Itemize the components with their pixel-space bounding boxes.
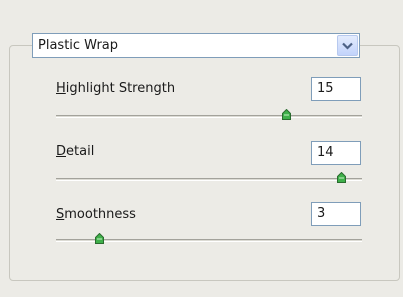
slider-thumb-icon[interactable] <box>94 233 104 244</box>
slider-thumb-icon[interactable] <box>281 109 291 120</box>
param-label-mnemonic: H <box>56 81 66 96</box>
param-label: Smoothness <box>56 207 136 222</box>
highlight-strength-slider[interactable] <box>56 109 362 120</box>
param-smoothness: Smoothness 3 <box>0 0 403 244</box>
param-label: Highlight Strength <box>56 81 175 96</box>
detail-input[interactable]: 14 <box>311 141 361 165</box>
param-label-text: etail <box>66 144 95 159</box>
highlight-strength-input[interactable]: 15 <box>311 77 361 101</box>
smoothness-slider[interactable] <box>56 233 362 244</box>
param-label: Detail <box>56 144 94 159</box>
slider-thumb-icon[interactable] <box>336 172 346 183</box>
detail-slider[interactable] <box>56 172 362 183</box>
param-label-text: ighlight Strength <box>65 81 176 96</box>
param-label-text: moothness <box>64 207 136 222</box>
param-label-mnemonic: D <box>56 144 67 159</box>
smoothness-input[interactable]: 3 <box>311 202 361 226</box>
